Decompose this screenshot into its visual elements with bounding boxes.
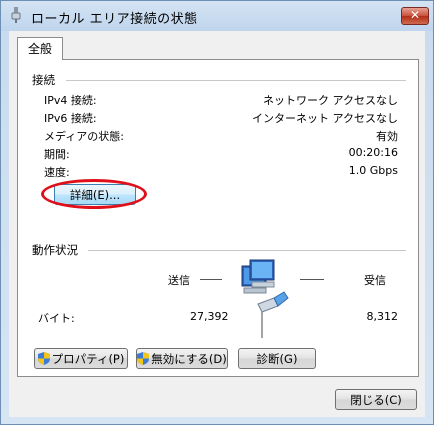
media-state-value: 有効	[376, 130, 398, 143]
duration-value: 00:20:16	[348, 146, 398, 159]
network-cable-icon	[11, 7, 21, 23]
activity-group-heading: 動作状況	[32, 243, 78, 257]
ipv6-value: インターネット アクセスなし	[252, 112, 398, 125]
title-bar[interactable]: ローカル エリア接続の状態 ✕	[1, 1, 433, 29]
ipv6-label: IPv6 接続:	[44, 112, 97, 125]
duration-label: 期間:	[44, 148, 70, 161]
diagnose-button[interactable]: 診断(G)	[238, 348, 316, 369]
tab-panel-general: 接続 IPv4 接続: ネットワーク アクセスなし IPv6 接続: インターネ…	[17, 59, 419, 377]
dialog-client-area: 全般 接続 IPv4 接続: ネットワーク アクセスなし IPv6 接続: イン…	[9, 31, 425, 417]
properties-button[interactable]: プロパティ(P)	[34, 348, 128, 369]
bytes-sent-value: 27,392	[190, 310, 229, 323]
speed-label: 速度:	[44, 166, 70, 179]
status-dialog: ローカル エリア接続の状態 ✕ 全般 接続 IPv4 接続: ネットワーク アク…	[0, 0, 434, 425]
properties-button-label: プロパティ(P)	[51, 352, 125, 366]
received-connector-line	[300, 279, 324, 280]
uac-shield-icon	[137, 352, 150, 365]
connection-group-divider	[66, 80, 406, 81]
network-computers-icon	[241, 259, 289, 338]
media-state-label: メディアの状態:	[44, 130, 124, 143]
close-window-button[interactable]: ✕	[401, 7, 429, 25]
close-button[interactable]: 閉じる(C)	[335, 389, 417, 410]
disable-button-label: 無効にする(D)	[151, 352, 227, 366]
activity-group-divider	[88, 250, 406, 251]
sent-label: 送信	[168, 274, 190, 287]
received-label: 受信	[364, 274, 386, 287]
connection-group-heading: 接続	[32, 73, 55, 87]
uac-shield-icon	[37, 352, 50, 365]
highlight-annotation-circle	[41, 179, 147, 209]
ipv4-label: IPv4 接続:	[44, 94, 97, 107]
bytes-label: バイト:	[38, 312, 75, 325]
sent-connector-line	[200, 279, 222, 280]
disable-button[interactable]: 無効にする(D)	[136, 348, 228, 369]
bytes-received-value: 8,312	[366, 310, 399, 323]
tab-general[interactable]: 全般	[17, 37, 63, 60]
ipv4-value: ネットワーク アクセスなし	[263, 94, 398, 107]
window-title: ローカル エリア接続の状態	[31, 12, 198, 27]
speed-value: 1.0 Gbps	[348, 164, 398, 177]
